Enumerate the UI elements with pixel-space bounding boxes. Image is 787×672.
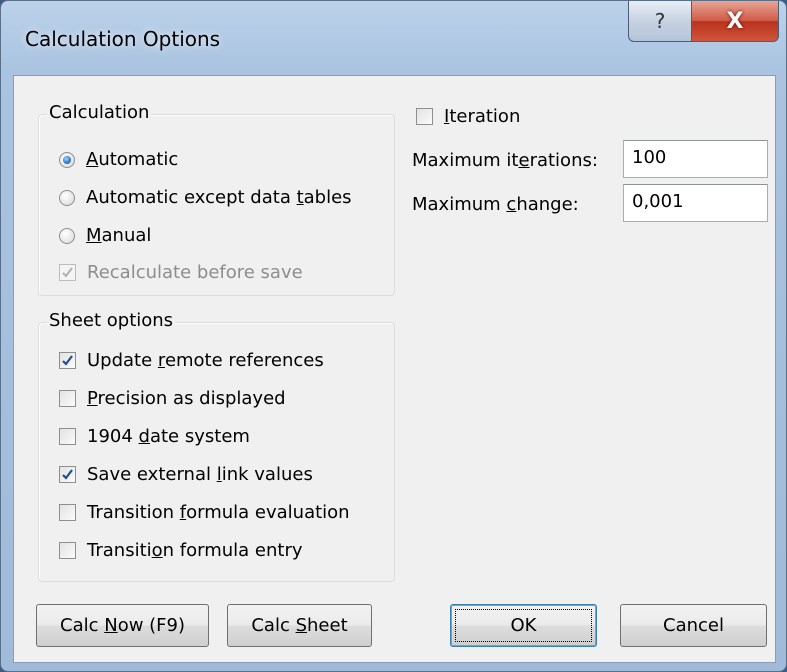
sheet-options-group: Sheet options Update remote references P… xyxy=(38,310,395,582)
save-external-checkbox[interactable] xyxy=(59,466,76,483)
recalculate-label: Recalculate before save xyxy=(87,262,303,283)
calculation-group-label: Calculation xyxy=(47,102,152,123)
focus-rectangle xyxy=(455,609,592,642)
update-remote-checkbox[interactable] xyxy=(59,352,76,369)
max-change-input[interactable]: 0,001 xyxy=(623,184,768,222)
close-icon: X xyxy=(726,8,744,34)
max-iterations-input[interactable]: 100 xyxy=(623,140,768,178)
cancel-label: Cancel xyxy=(663,615,724,636)
transition-evaluation-checkbox[interactable] xyxy=(59,504,76,521)
ok-button[interactable]: OK xyxy=(450,604,597,647)
max-change-label: Maximum change: xyxy=(412,194,579,215)
title-bar[interactable]: Calculation Options ? X xyxy=(1,1,786,75)
calc-now-label: Calc Now (F9) xyxy=(60,615,185,636)
radio-automatic-except-label: Automatic except data tables xyxy=(86,187,352,208)
max-iterations-label: Maximum iterations: xyxy=(412,150,598,171)
radio-automatic-indicator[interactable] xyxy=(59,151,75,168)
radio-automatic-label: Automatic xyxy=(86,149,179,170)
calc-now-button[interactable]: Calc Now (F9) xyxy=(36,604,209,647)
window-title: Calculation Options xyxy=(25,27,221,51)
iteration-checkbox[interactable] xyxy=(416,108,433,125)
sheet-options-group-label: Sheet options xyxy=(47,310,176,331)
precision-checkbox[interactable] xyxy=(59,390,76,407)
calc-sheet-button[interactable]: Calc Sheet xyxy=(227,604,372,647)
checkbox-1904-date-system[interactable]: 1904 date system xyxy=(59,426,250,447)
recalculate-checkbox xyxy=(59,264,76,281)
check-icon xyxy=(62,355,73,366)
checkbox-transition-formula-entry[interactable]: Transition formula entry xyxy=(59,540,303,561)
checkbox-save-external-link-values[interactable]: Save external link values xyxy=(59,464,313,485)
check-icon xyxy=(62,267,73,278)
close-button[interactable]: X xyxy=(691,1,779,42)
dialog-window: Calculation Options ? X Calculation Auto… xyxy=(0,0,787,672)
transition-entry-label: Transition formula entry xyxy=(87,540,303,561)
transition-entry-checkbox[interactable] xyxy=(59,542,76,559)
checkbox-update-remote-references[interactable]: Update remote references xyxy=(59,350,324,371)
checkbox-recalculate-before-save: Recalculate before save xyxy=(59,262,303,283)
radio-manual-label: Manual xyxy=(86,225,152,246)
precision-label: Precision as displayed xyxy=(87,388,286,409)
date-system-checkbox[interactable] xyxy=(59,428,76,445)
dialog-client-area: Calculation Automatic Automatic except d… xyxy=(13,75,776,663)
radio-manual-indicator[interactable] xyxy=(59,227,75,244)
help-button[interactable]: ? xyxy=(628,1,692,42)
update-remote-label: Update remote references xyxy=(87,350,324,371)
checkbox-precision-as-displayed[interactable]: Precision as displayed xyxy=(59,388,286,409)
date-system-label: 1904 date system xyxy=(87,426,250,447)
check-icon xyxy=(62,469,73,480)
help-icon: ? xyxy=(654,9,666,33)
radio-automatic-except-indicator[interactable] xyxy=(59,189,75,206)
save-external-label: Save external link values xyxy=(87,464,313,485)
radio-manual[interactable]: Manual xyxy=(59,225,151,246)
calc-sheet-label: Calc Sheet xyxy=(251,615,348,636)
radio-automatic[interactable]: Automatic xyxy=(59,149,178,170)
calculation-group: Calculation Automatic Automatic except d… xyxy=(38,102,395,296)
checkbox-transition-formula-evaluation[interactable]: Transition formula evaluation xyxy=(59,502,350,523)
iteration-label: Iteration xyxy=(444,106,521,127)
radio-automatic-except-data-tables[interactable]: Automatic except data tables xyxy=(59,187,352,208)
checkbox-iteration[interactable]: Iteration xyxy=(416,106,520,127)
cancel-button[interactable]: Cancel xyxy=(620,604,767,647)
transition-evaluation-label: Transition formula evaluation xyxy=(87,502,350,523)
